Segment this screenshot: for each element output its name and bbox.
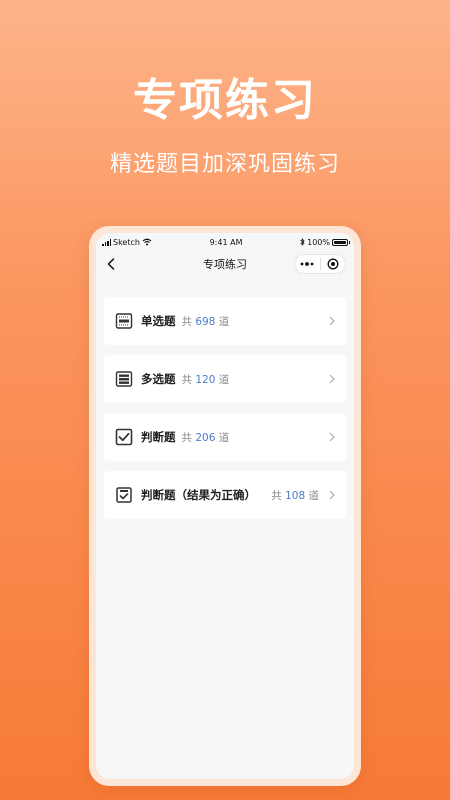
- list-item-multiple-choice[interactable]: 多选题 共 120 道: [104, 355, 346, 403]
- more-button[interactable]: [295, 255, 320, 273]
- back-button[interactable]: [102, 255, 120, 273]
- status-time: 9:41 AM: [209, 237, 243, 247]
- item-name: 判断题: [141, 430, 176, 444]
- item-count: 共 698 道: [181, 315, 230, 328]
- carrier-label: Sketch: [113, 237, 140, 247]
- status-left: Sketch: [102, 238, 152, 247]
- phone-mockup: Sketch 9:41 AM 100% 专项练习 单选题 共 698 道 多选题…: [89, 226, 361, 786]
- bluetooth-icon: [300, 238, 305, 246]
- battery-icon: [332, 238, 350, 246]
- item-count: 共 108 道: [271, 489, 319, 502]
- battery-label: 100%: [307, 237, 330, 247]
- item-name: 单选题: [141, 314, 176, 328]
- hero-title: 专项练习: [133, 75, 317, 126]
- nav-bar: 专项练习: [96, 249, 354, 279]
- chevron-right-icon: [329, 432, 335, 442]
- target-close-icon: [327, 258, 339, 270]
- chevron-left-icon: [107, 258, 115, 270]
- more-dots-icon: [300, 262, 314, 266]
- chevron-right-icon: [329, 316, 335, 326]
- chevron-right-icon: [329, 374, 335, 384]
- item-count: 共 120 道: [181, 373, 230, 386]
- item-count: 共 206 道: [181, 431, 230, 444]
- mini-program-capsule: [294, 254, 346, 274]
- wifi-icon: [142, 238, 152, 246]
- item-name: 判断题（结果为正确）: [141, 488, 256, 502]
- practice-list: 单选题 共 698 道 多选题 共 120 道 判断题 共 206 道 判断题（…: [96, 279, 354, 519]
- multiple-choice-icon: [115, 371, 133, 387]
- list-item-true-false[interactable]: 判断题 共 206 道: [104, 413, 346, 461]
- checkbox-icon: [115, 428, 133, 446]
- chevron-right-icon: [329, 490, 335, 500]
- clipboard-check-icon: [116, 487, 132, 503]
- signal-icon: [102, 238, 111, 246]
- phone-screen: Sketch 9:41 AM 100% 专项练习 单选题 共 698 道 多选题…: [96, 233, 354, 779]
- single-choice-icon: [115, 313, 133, 329]
- close-program-button[interactable]: [321, 255, 346, 273]
- list-item-true-false-correct[interactable]: 判断题（结果为正确） 共 108 道: [104, 471, 346, 519]
- status-right: 100%: [300, 237, 350, 247]
- item-name: 多选题: [141, 372, 176, 386]
- status-bar: Sketch 9:41 AM 100%: [96, 235, 354, 249]
- hero-subtitle: 精选题目加深巩固练习: [109, 152, 340, 177]
- list-item-single-choice[interactable]: 单选题 共 698 道: [104, 297, 346, 345]
